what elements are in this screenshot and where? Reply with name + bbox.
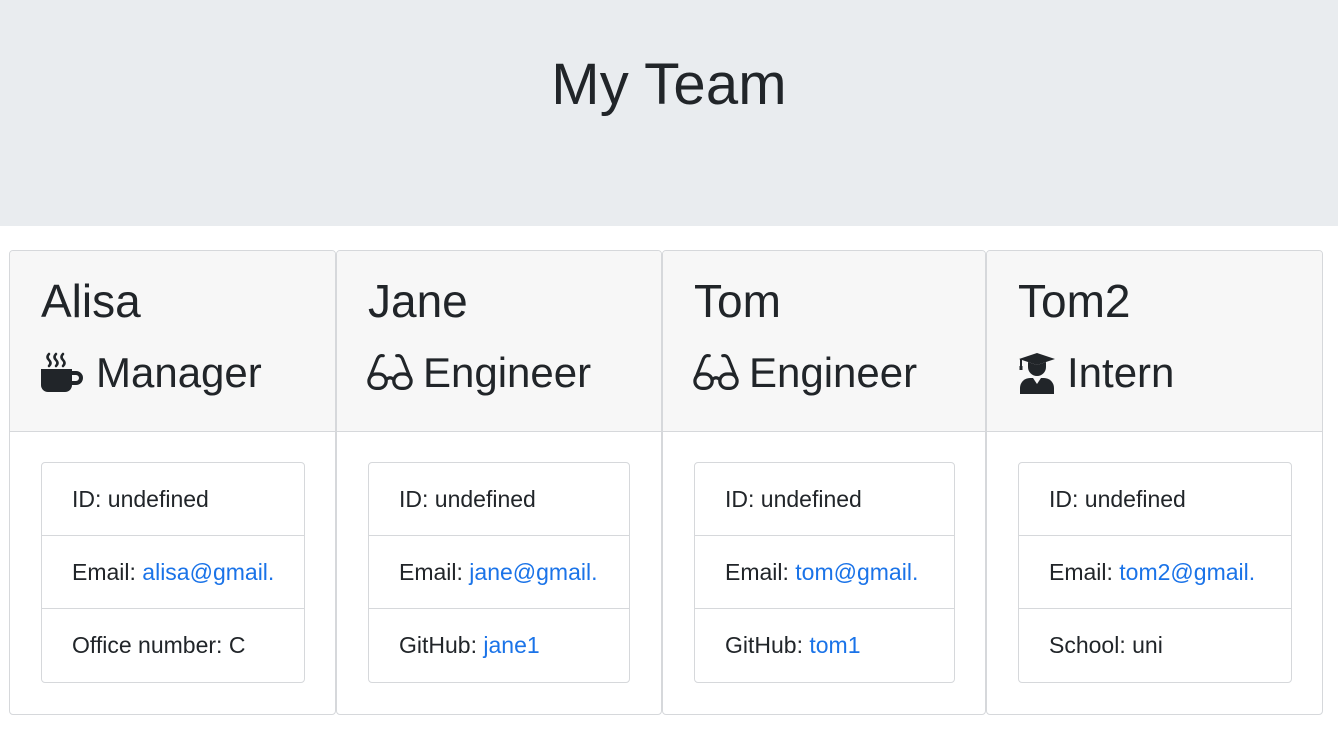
role-label: Engineer [749,349,918,396]
employee-card: Alisa Manager ID: undefined Email: alisa… [9,250,336,715]
info-list: ID: undefined Email: jane@gmail. GitHub:… [368,462,630,683]
email-link[interactable]: alisa@gmail. [142,559,274,586]
employee-card: Jane Engineer ID: undefined Email: jane@… [336,250,662,715]
list-item-email: Email: tom2@gmail. [1019,536,1291,609]
list-item-github: GitHub: tom1 [695,609,954,682]
email-label: Email: [1049,558,1113,585]
list-item-id: ID: undefined [42,463,304,536]
employee-name: Alisa [41,275,141,327]
list-item-office: Office number: C [42,609,304,682]
list-item-id: ID: undefined [695,463,954,536]
list-item-email: Email: jane@gmail. [369,536,629,609]
email-link[interactable]: tom2@gmail. [1119,559,1255,586]
employee-role: Engineer [693,345,917,401]
coffee-mug-icon [40,352,86,394]
list-item-email: Email: alisa@gmail. [42,536,304,609]
id-label: ID: [399,485,429,512]
school-label: School: [1049,632,1126,658]
school-value: uni [1132,632,1163,658]
role-label: Manager [96,349,262,396]
card-header: Jane Engineer [337,251,661,432]
id-label: ID: [725,485,755,512]
graduate-icon [1017,352,1057,394]
role-label: Intern [1067,349,1175,396]
card-header: Tom2 Intern [987,251,1322,432]
info-list: ID: undefined Email: tom@gmail. GitHub: … [694,462,955,683]
id-label: ID: [1049,485,1079,512]
office-value: C [228,632,246,658]
github-label: GitHub: [399,632,477,658]
card-header: Tom Engineer [663,251,985,432]
email-link[interactable]: tom@gmail. [795,559,918,586]
list-item-email: Email: tom@gmail. [695,536,954,609]
employee-role: Manager [40,345,262,401]
employee-name: Jane [368,275,468,327]
info-list: ID: undefined Email: tom2@gmail. School:… [1018,462,1292,683]
id-label: ID: [72,485,102,512]
email-label: Email: [725,558,789,585]
role-label: Engineer [423,349,592,396]
list-item-github: GitHub: jane1 [369,609,629,682]
github-label: GitHub: [725,632,803,658]
glasses-icon [367,352,413,394]
list-item-id: ID: undefined [1019,463,1291,536]
card-header: Alisa Manager [10,251,335,432]
glasses-icon [693,352,739,394]
employee-role: Intern [1017,345,1174,401]
employee-card: Tom2 Intern ID: undefined Email: tom2@gm… [986,250,1323,715]
github-link[interactable]: jane1 [483,632,539,659]
page-title: My Team [551,52,787,117]
team-header: My Team [0,0,1338,226]
employee-name: Tom [694,275,781,327]
list-item-school: School: uni [1019,609,1291,682]
email-label: Email: [72,558,136,585]
id-value: undefined [1084,485,1186,512]
id-value: undefined [760,485,862,512]
list-item-id: ID: undefined [369,463,629,536]
id-value: undefined [434,485,536,512]
office-label: Office number: [72,632,223,658]
id-value: undefined [107,485,209,512]
info-list: ID: undefined Email: alisa@gmail. Office… [41,462,305,683]
github-link[interactable]: tom1 [809,632,860,659]
employee-card: Tom Engineer ID: undefined Email: tom@gm… [662,250,986,715]
email-link[interactable]: jane@gmail. [469,559,597,586]
email-label: Email: [399,558,463,585]
employee-name: Tom2 [1018,275,1131,327]
employee-role: Engineer [367,345,591,401]
